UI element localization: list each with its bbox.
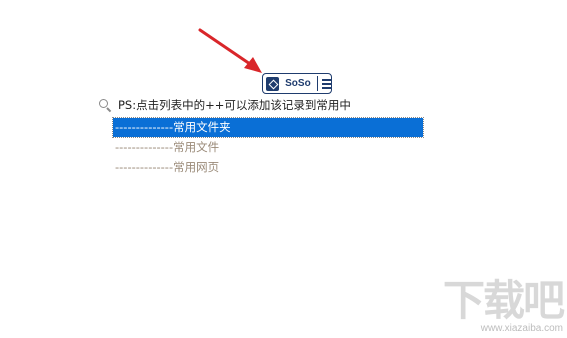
hamburger-menu-icon[interactable] xyxy=(321,78,331,89)
search-icon xyxy=(99,98,112,112)
list-item-common-folders[interactable]: --------------常用文件夹 xyxy=(112,117,424,138)
list-item-common-files[interactable]: --------------常用文件 xyxy=(113,138,423,157)
app-name-label: SoSo xyxy=(285,78,311,89)
folder-search-icon[interactable] xyxy=(266,76,280,91)
list-item-common-webpages[interactable]: --------------常用网页 xyxy=(113,158,423,177)
hint-row: PS:点击列表中的++可以添加该记录到常用中 xyxy=(99,95,351,115)
toolbar-divider xyxy=(316,76,318,91)
category-list: --------------常用文件夹 --------------常用文件 -… xyxy=(112,117,424,178)
soso-toolbar[interactable]: SoSo xyxy=(262,73,332,94)
watermark: 下载吧 www.xiazaiba.com xyxy=(442,276,565,335)
hint-text: PS:点击列表中的++可以添加该记录到常用中 xyxy=(118,98,351,112)
watermark-logo: 下载吧 xyxy=(442,276,565,325)
